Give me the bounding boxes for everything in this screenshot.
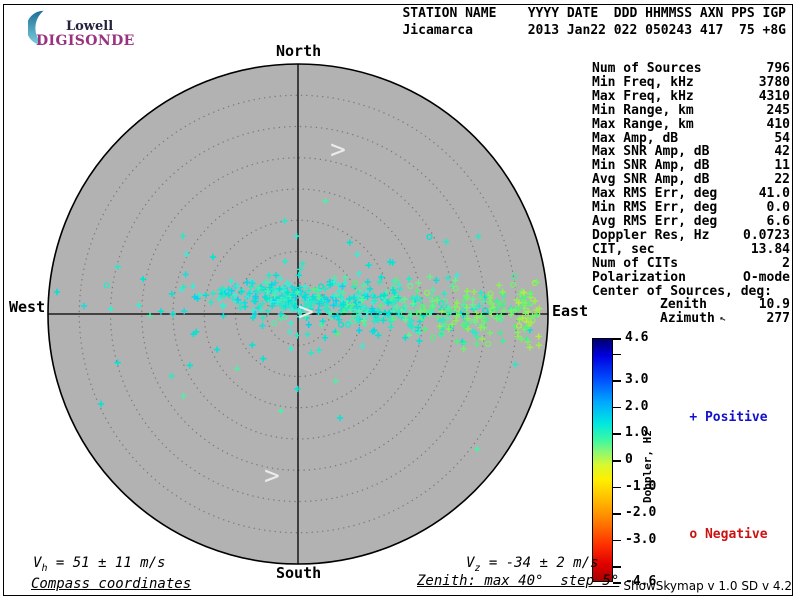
drift-direction-chevron-icon: > [264, 461, 280, 491]
stats-row: Max Amp, dB 54 [592, 130, 790, 146]
colorbar-tick [613, 380, 621, 382]
stats-row: Min RMS Err, deg 0.0 [592, 200, 790, 216]
legend-negative-label: Negative [704, 527, 768, 542]
colorbar-tick-label: 4.6 [625, 330, 649, 346]
stats-row: Center of Sources, deg: [592, 283, 773, 299]
colorbar-tick-label: -3.0 [625, 531, 657, 547]
logo-lowell-text: Lowell [66, 19, 114, 34]
legend-positive-label: Positive [704, 410, 768, 425]
drift-direction-chevron-icon: > [330, 135, 346, 165]
legend-negative: o Negative [658, 512, 768, 557]
stats-row: Zenith 10.9 [660, 297, 790, 313]
stats-row: Num of Sources 796 [592, 61, 790, 76]
stats-row: Max RMS Err, deg 41.0 [592, 186, 790, 202]
drift-direction-chevron-icon: > [298, 297, 314, 327]
stats-row: Max Range, km 410 [592, 116, 790, 132]
azimuth-direction-arrow-icon: ↖ [717, 312, 728, 326]
colorbar-tick [613, 433, 621, 435]
stats-row: Avg RMS Err, deg 6.6 [592, 213, 790, 229]
coordinates-caption: Compass coordinates [31, 576, 192, 592]
colorbar-tick-label: -2.0 [625, 505, 657, 521]
compass-label-south: South [276, 564, 322, 582]
stats-row: Max Freq, kHz 4310 [592, 88, 790, 104]
colorbar-tick-label: 3.0 [625, 372, 649, 388]
stats-row: Doppler Res, Hz 0.0723 [592, 227, 790, 243]
colorbar-tick [613, 460, 621, 462]
stats-row: Num of CITs 2 [592, 255, 790, 271]
stats-row: Min Freq, kHz 3780 [592, 74, 790, 90]
header-columns: STATION NAME YYYY DATE DDD HHMMSS AXN PP… [402, 6, 786, 21]
version-text: ShowSkymap v 1.0 SD v 4.2 [623, 579, 792, 593]
compass-label-west: West [9, 298, 46, 316]
stats-row: Polarization O-mode [592, 269, 790, 285]
colorbar-tick-label: 0 [625, 452, 633, 468]
stats-row: Avg SNR Amp, dB 22 [592, 172, 790, 188]
stats-row: Azimuth ↖ 277 [592, 312, 790, 327]
skymap-screen: Lowell DIGISONDE STATION NAME YYYY DATE … [0, 0, 800, 600]
colorbar-tick [613, 353, 621, 356]
colorbar-tick [613, 539, 621, 542]
stats-panel: Num of Sources 796 Min Freq, kHz 3780 Max Fr… [592, 62, 790, 327]
negative-marker-icon: o [689, 527, 698, 542]
colorbar-tick-label: 2.0 [625, 399, 649, 415]
colorbar-tick [613, 338, 621, 340]
colorbar-tick [613, 566, 621, 568]
stats-row: Max SNR Amp, dB 42 [592, 144, 790, 160]
stats-row: Min Range, km 245 [592, 102, 790, 118]
colorbar-tick [613, 406, 621, 409]
colorbar-tick [613, 486, 621, 489]
colorbar-axis-label: Doppler, Hz [641, 430, 654, 503]
legend-positive: + Positive [658, 395, 768, 440]
colorbar-tick [613, 513, 621, 515]
zenith-range-caption: Zenith: max 40° step 5° [417, 573, 620, 589]
compass-label-north: North [276, 42, 322, 60]
positive-marker-icon: + [689, 410, 698, 425]
stats-row: CIT, sec 13.84 [592, 241, 790, 257]
skymap-plot: > > > [47, 63, 549, 565]
vh-readout: Vh = 51 ± 11 m/s [33, 555, 166, 574]
stats-row: Min SNR Amp, dB 11 [592, 158, 790, 174]
colorbar-gradient [592, 338, 613, 582]
compass-label-east: East [552, 302, 589, 320]
vz-readout: Vz = -34 ± 2 m/s [466, 555, 599, 574]
